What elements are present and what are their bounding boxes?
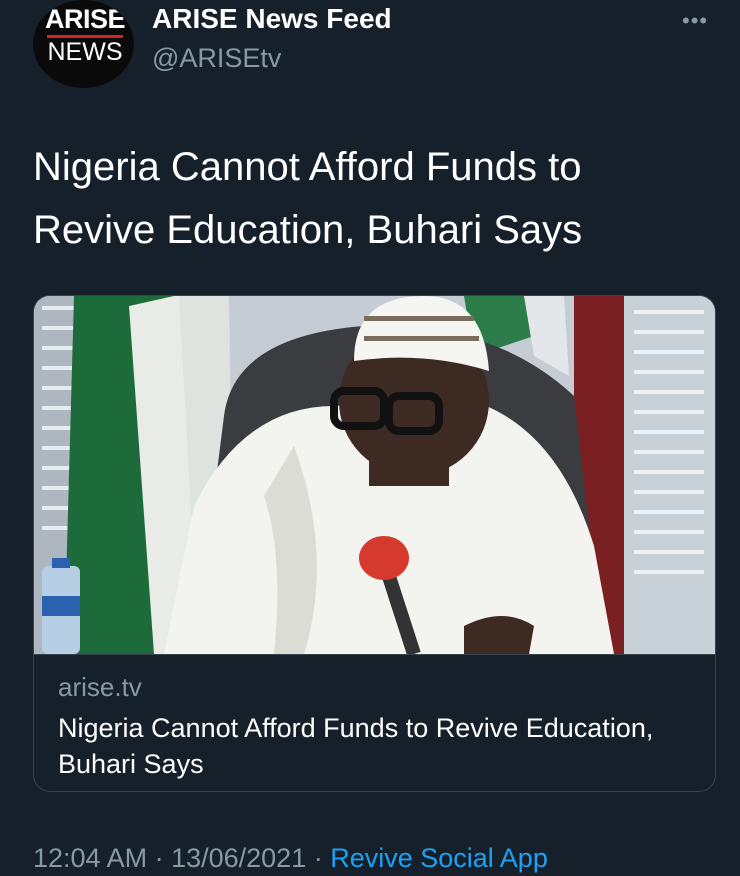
tweet-time[interactable]: 12:04 AM — [33, 843, 147, 873]
display-name[interactable]: ARISE News Feed — [152, 3, 392, 35]
avatar-logo-line2: NEWS — [47, 38, 123, 66]
tweet-text: Nigeria Cannot Afford Funds to Revive Ed… — [33, 145, 583, 252]
avatar[interactable]: ARISE NEWS — [33, 0, 134, 88]
source-app-link[interactable]: Revive Social App — [330, 843, 548, 873]
user-handle[interactable]: @ARISEtv — [152, 43, 281, 74]
avatar-logo-line1: ARISE — [44, 4, 126, 34]
tweet-date[interactable]: 13/06/2021 — [171, 843, 306, 873]
meta-separator: · — [306, 843, 331, 873]
card-domain: arise.tv — [58, 672, 142, 702]
card-divider — [34, 654, 715, 655]
link-card[interactable]: arise.tv Nigeria Cannot Afford Funds to … — [33, 295, 716, 792]
tweet-meta: 12:04 AM · 13/06/2021 · Revive Social Ap… — [33, 843, 548, 874]
meta-separator: · — [147, 843, 172, 873]
card-image — [34, 296, 715, 654]
card-title: Nigeria Cannot Afford Funds to Revive Ed… — [58, 713, 654, 779]
more-horizontal-icon[interactable]: ••• — [682, 8, 708, 34]
